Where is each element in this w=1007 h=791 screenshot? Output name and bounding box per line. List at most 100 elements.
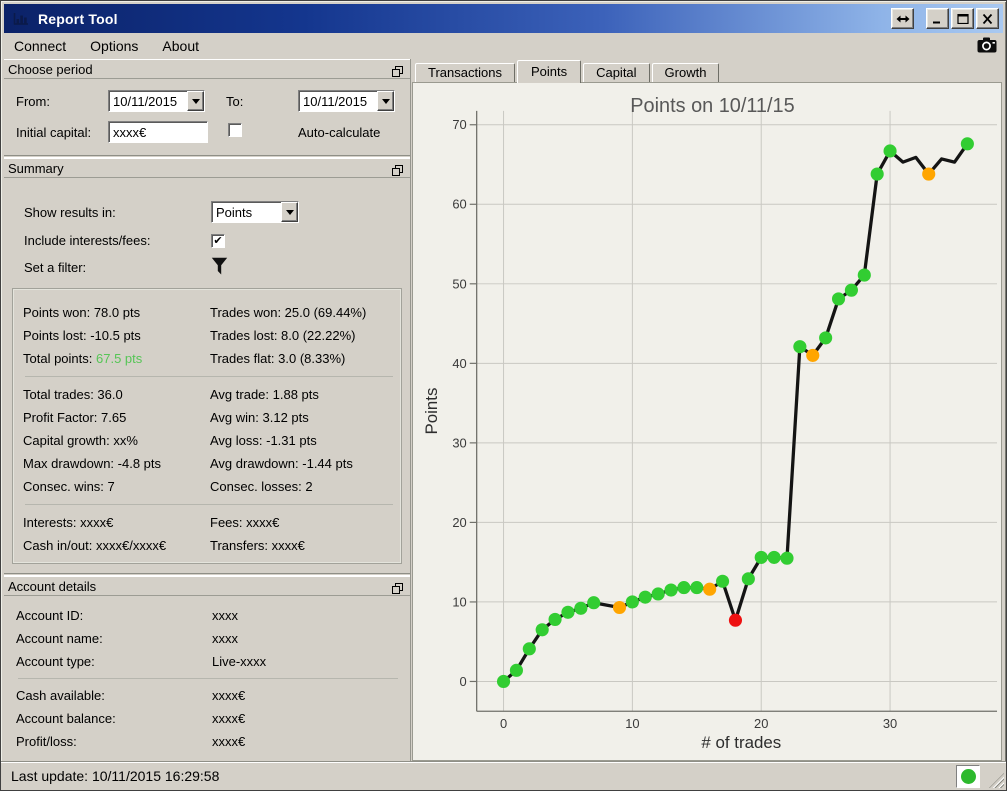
maximize-icon	[956, 13, 969, 24]
stat-text: Capital growth: xx%	[23, 433, 138, 448]
menu-about[interactable]: About	[160, 35, 209, 57]
show-results-label: Show results in:	[24, 204, 116, 220]
minimize-button[interactable]	[926, 8, 949, 29]
y-tick-label: 30	[452, 435, 466, 450]
x-tick-label: 0	[500, 716, 507, 731]
stat-text: Max drawdown: -4.8 pts	[23, 456, 162, 471]
x-tick-label: 10	[625, 716, 639, 731]
y-axis-title: Points	[422, 388, 441, 435]
set-filter-label: Set a filter:	[24, 259, 87, 275]
account-row-label: Profit/loss:	[16, 734, 77, 749]
stat-text: Profit Factor: 7.65	[23, 410, 127, 425]
show-results-value: Points	[216, 204, 253, 220]
data-point-win	[767, 550, 781, 564]
stats-row: Points won: 78.0 pts Trades won: 25.0 (69…	[23, 301, 397, 324]
include-fees-label: Include interests/fees:	[24, 232, 151, 248]
account-row-label: Account ID:	[16, 608, 84, 623]
dropdown-arrow-icon[interactable]	[187, 91, 204, 111]
stats-divider	[25, 504, 393, 505]
data-point-win	[780, 551, 794, 565]
account-row-value: xxxx	[212, 631, 238, 646]
account-row-value: xxxx€	[212, 734, 246, 749]
to-date-value: 10/11/2015	[303, 93, 368, 109]
y-tick-label: 50	[452, 276, 466, 291]
close-button[interactable]	[976, 8, 999, 29]
data-point-loss	[728, 613, 743, 627]
data-point-win	[793, 340, 807, 354]
stats-row: Points lost: -10.5 pts Trades lost: 8.0 (…	[23, 324, 397, 347]
data-point-win	[638, 590, 652, 604]
summary-stats-box: Points won: 78.0 pts Trades won: 25.0 (69…	[12, 288, 402, 564]
account-row: Account name: xxxx	[16, 627, 410, 650]
tab-points[interactable]: Points	[516, 60, 582, 83]
tab-capital[interactable]: Capital	[583, 63, 650, 82]
data-point-win	[561, 605, 575, 619]
account-row-label: Cash available:	[16, 688, 105, 703]
data-point-win	[664, 583, 678, 597]
account-row-value: Live-xxxx	[212, 654, 267, 669]
account-details-list: Account ID: xxxx Account name: xxxx Account …	[4, 596, 410, 753]
stats-row: Capital growth: xx% Avg loss: -1.31 pts	[23, 429, 397, 452]
from-label: From:	[16, 93, 50, 109]
data-point-win	[509, 663, 523, 677]
tab-bar: Transactions Points Capital Growth	[412, 59, 1002, 83]
initial-capital-input[interactable]: xxxx€	[108, 121, 208, 143]
from-date-value: 10/11/2015	[113, 93, 178, 109]
data-point-win	[741, 572, 755, 586]
data-point-win	[548, 612, 562, 626]
section-header-account-details: Account details	[4, 576, 410, 596]
data-point-caution	[703, 582, 717, 596]
maximize-button[interactable]	[951, 8, 974, 29]
filter-icon[interactable]	[211, 257, 410, 277]
float-panel-icon[interactable]	[392, 63, 403, 82]
auto-calculate-checkbox[interactable]	[228, 122, 242, 137]
tab-growth[interactable]: Growth	[651, 63, 720, 82]
chart-panel: Transactions Points Capital Growth 0 10 20 30 4…	[412, 59, 1002, 761]
auto-calculate-label: Auto-calculate	[298, 124, 381, 140]
from-date-select[interactable]: 10/11/2015	[108, 90, 205, 112]
app-window: Report Tool Connect Options About Choose…	[0, 0, 1007, 791]
to-date-select[interactable]: 10/11/2015	[298, 90, 395, 112]
data-point-win	[587, 596, 601, 610]
account-row: Account type: Live-xxxx	[16, 650, 410, 673]
include-fees-checkbox[interactable]	[211, 234, 225, 248]
stat-value-highlight: 67.5 pts	[96, 351, 143, 366]
account-row-label: Account type:	[16, 654, 95, 669]
section-header-summary: Summary	[4, 158, 410, 178]
menu-options[interactable]: Options	[88, 35, 148, 57]
data-point-win	[819, 331, 833, 345]
chart-area: 0 10 20 30 40 50 60 70 0 10 20 30 Points on 10/11/15…	[412, 82, 1002, 761]
stat-text: Trades won: 25.0 (69.44%)	[210, 305, 367, 320]
dock-toggle-button[interactable]	[891, 8, 914, 29]
stat-text: Trades lost: 8.0 (22.22%)	[210, 328, 356, 343]
initial-capital-label: Initial capital:	[16, 124, 92, 140]
float-panel-icon[interactable]	[392, 162, 403, 181]
data-point-win	[535, 623, 549, 637]
data-point-caution	[922, 167, 936, 181]
minimize-icon	[932, 21, 940, 23]
connection-indicator	[956, 765, 980, 788]
account-row-label: Account name:	[16, 631, 103, 646]
stat-text: Consec. losses: 2	[210, 479, 313, 494]
stat-text: Avg drawdown: -1.44 pts	[210, 456, 353, 471]
menu-connect[interactable]: Connect	[12, 35, 76, 57]
status-bar: Last update: 10/11/2015 16:29:58	[1, 761, 1006, 790]
float-panel-icon[interactable]	[392, 580, 403, 599]
stat-text: Avg loss: -1.31 pts	[210, 433, 317, 448]
tab-transactions[interactable]: Transactions	[415, 63, 515, 82]
resize-grip[interactable]	[989, 773, 1004, 788]
stats-row: Consec. wins: 7 Consec. losses: 2	[23, 475, 397, 498]
connection-status-dot	[960, 769, 976, 784]
screenshot-camera-icon[interactable]	[977, 37, 997, 56]
y-tick-label: 40	[452, 356, 466, 371]
dropdown-arrow-icon[interactable]	[281, 202, 298, 222]
stat-text: Points lost: -10.5 pts	[23, 328, 141, 343]
data-point-win	[625, 595, 639, 609]
dropdown-arrow-icon[interactable]	[377, 91, 394, 111]
data-point-win	[883, 144, 897, 158]
data-point-win	[496, 674, 511, 689]
show-results-select[interactable]: Points	[211, 201, 299, 223]
data-point-win	[857, 268, 871, 282]
section-header-choose-period: Choose period	[4, 59, 410, 79]
data-point-win	[831, 292, 846, 306]
